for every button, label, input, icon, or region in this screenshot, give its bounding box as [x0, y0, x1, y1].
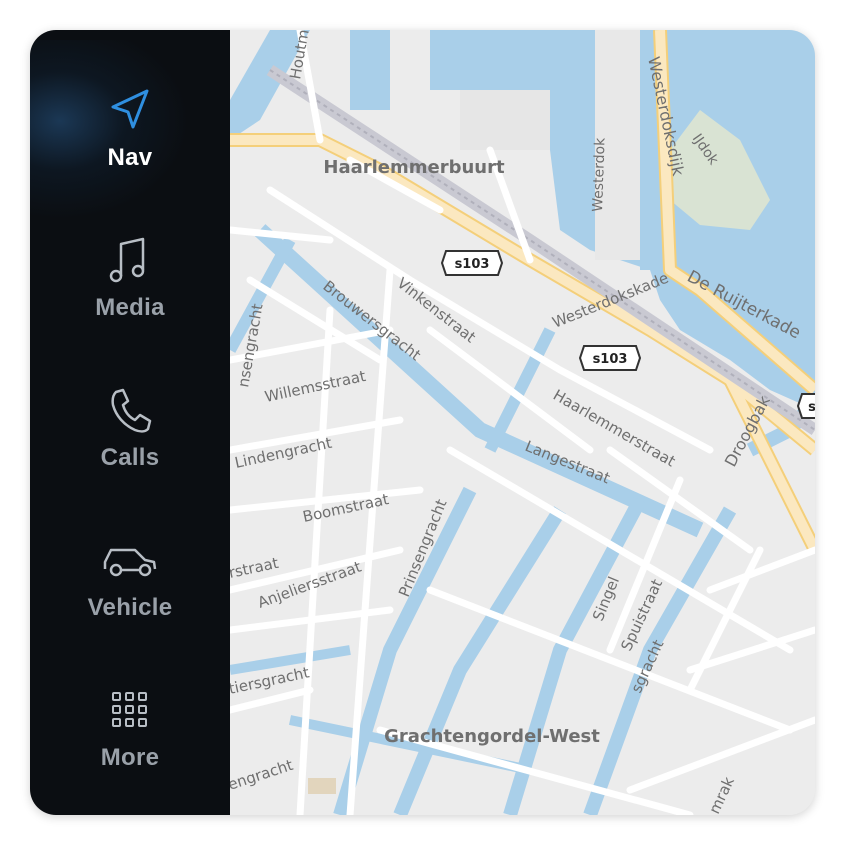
map-view[interactable]: s103 s103 s Haarlemmerbuurt Grachtengord…: [230, 30, 815, 815]
sidebar: Nav Media Calls Vehicle More: [30, 30, 230, 815]
grid-icon: [100, 680, 160, 740]
sidebar-item-label: Media: [95, 294, 165, 321]
app-window: Nav Media Calls Vehicle More s103 s103 s…: [30, 30, 815, 815]
sidebar-item-label: Vehicle: [87, 594, 173, 621]
district-label: Haarlemmerbuurt: [323, 157, 505, 178]
sidebar-item-nav[interactable]: Nav: [30, 70, 230, 200]
sidebar-item-label: Nav: [107, 144, 153, 171]
phone-icon: [100, 380, 160, 440]
navigation-arrow-icon: [100, 80, 160, 140]
building: [308, 778, 336, 794]
svg-text:s: s: [808, 400, 815, 415]
sidebar-item-label: More: [100, 744, 160, 771]
sidebar-item-vehicle[interactable]: Vehicle: [30, 520, 230, 650]
district-label: Grachtengordel-West: [384, 726, 600, 747]
sidebar-item-more[interactable]: More: [30, 670, 230, 800]
svg-text:s103: s103: [455, 257, 490, 272]
sidebar-item-label: Calls: [100, 444, 160, 471]
sidebar-item-calls[interactable]: Calls: [30, 370, 230, 500]
sidebar-item-media[interactable]: Media: [30, 220, 230, 350]
street-label: Westerdok: [590, 137, 609, 213]
svg-text:s103: s103: [593, 352, 628, 367]
route-shield: s: [796, 393, 815, 419]
music-note-icon: [100, 230, 160, 290]
car-icon: [100, 530, 160, 590]
route-shield: s103: [578, 345, 642, 371]
route-shield: s103: [440, 250, 504, 276]
